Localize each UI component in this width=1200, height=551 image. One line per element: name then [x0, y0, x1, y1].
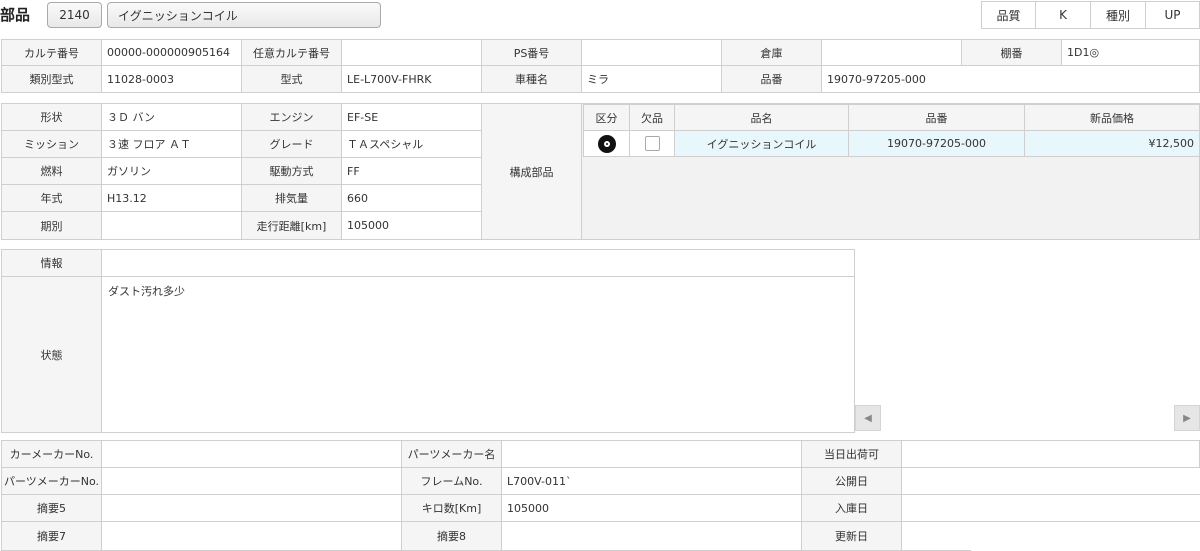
car-maker-no-label: カーメーカーNo.	[1, 440, 102, 468]
grade-label: グレード	[241, 130, 342, 158]
summary7-label: 摘要7	[1, 521, 102, 551]
shape-label: 形状	[1, 103, 102, 131]
category-model-label: 類別型式	[1, 65, 102, 93]
col-header-price: 新品価格	[1024, 104, 1200, 131]
mission-value: ３速 フロア ＡＴ	[101, 130, 242, 158]
km-label: キロ数[Km]	[401, 494, 502, 522]
stock-date-value	[901, 494, 971, 522]
quality-label: 品質	[981, 1, 1036, 29]
warehouse-value	[821, 39, 962, 66]
year-value: H13.12	[101, 184, 242, 212]
quality-value: K	[1035, 1, 1091, 29]
col-header-number: 品番	[848, 104, 1025, 131]
summary5-value	[101, 494, 402, 522]
page-title: 部品	[0, 6, 31, 24]
ps-number-value	[581, 39, 722, 66]
period-label: 期別	[1, 211, 102, 240]
car-name-label: 車種名	[481, 65, 582, 93]
summary8-value	[501, 521, 802, 551]
condition-label: 状態	[1, 276, 102, 433]
km-value: 105000	[501, 494, 802, 522]
summary7-value	[101, 521, 402, 551]
parts-maker-no-label: パーツメーカーNo.	[1, 467, 102, 495]
parts-maker-name-value	[501, 440, 802, 468]
part-number-value: 19070-97205-000	[821, 65, 1200, 93]
mileage-value: 105000	[341, 211, 482, 240]
grade-value: ＴＡスペシャル	[341, 130, 482, 158]
part-code-badge: 2140	[47, 2, 102, 28]
optional-karte-label: 任意カルテ番号	[241, 39, 342, 66]
model-label: 型式	[241, 65, 342, 93]
displacement-value: 660	[341, 184, 482, 212]
parts-maker-name-label: パーツメーカー名	[401, 440, 502, 468]
karte-number-label: カルテ番号	[1, 39, 102, 66]
table-row-name[interactable]: イグニッションコイル	[674, 130, 849, 157]
table-row-category	[583, 130, 630, 157]
part-number-label: 品番	[721, 65, 822, 93]
fuel-label: 燃料	[1, 157, 102, 185]
displacement-label: 排気量	[241, 184, 342, 212]
divider	[970, 521, 1200, 522]
model-value: LE-L700V-FHRK	[341, 65, 482, 93]
scroll-left-button[interactable]: ◀	[855, 405, 881, 431]
stock-date-label: 入庫日	[801, 494, 902, 522]
fuel-value: ガソリン	[101, 157, 242, 185]
shelf-number-label: 棚番	[961, 39, 1062, 66]
table-row-missing	[629, 130, 675, 157]
components-label: 構成部品	[481, 103, 582, 240]
shape-value: ３Ｄ バン	[101, 103, 242, 131]
part-name-field: イグニッションコイル	[107, 2, 381, 28]
warehouse-label: 倉庫	[721, 39, 822, 66]
shelf-number-value: 1D1◎	[1061, 39, 1200, 66]
engine-value: EF-SE	[341, 103, 482, 131]
type-label: 種別	[1090, 1, 1146, 29]
ps-number-label: PS番号	[481, 39, 582, 66]
col-header-missing: 欠品	[629, 104, 675, 131]
divider	[970, 494, 1200, 495]
engine-label: エンジン	[241, 103, 342, 131]
summary8-label: 摘要8	[401, 521, 502, 551]
condition-value: ダスト汚れ多少	[108, 285, 185, 298]
disc-icon	[597, 134, 616, 153]
frame-number-label: フレームNo.	[401, 467, 502, 495]
table-row-price[interactable]: ¥12,500	[1024, 130, 1200, 157]
frame-number-value: L700V-011`	[501, 467, 802, 495]
optional-karte-value	[341, 39, 482, 66]
parts-maker-no-value	[101, 467, 402, 495]
table-row-number[interactable]: 19070-97205-000	[848, 130, 1025, 157]
condition-text-area: ダスト汚れ多少	[101, 276, 855, 433]
drive-label: 駆動方式	[241, 157, 342, 185]
mileage-label: 走行距離[km]	[241, 211, 342, 240]
year-label: 年式	[1, 184, 102, 212]
missing-checkbox[interactable]	[644, 136, 660, 151]
summary5-label: 摘要5	[1, 494, 102, 522]
car-maker-no-value	[101, 440, 402, 468]
mission-label: ミッション	[1, 130, 102, 158]
same-day-value	[901, 440, 1200, 468]
update-date-value	[901, 521, 971, 551]
type-value: UP	[1145, 1, 1200, 29]
category-model-value: 11028-0003	[101, 65, 242, 93]
scroll-right-button[interactable]: ▶	[1174, 405, 1200, 431]
public-date-value	[901, 467, 971, 495]
info-label: 情報	[1, 249, 102, 277]
info-value	[101, 249, 855, 277]
drive-value: FF	[341, 157, 482, 185]
karte-number-value: 00000-000000905164	[101, 39, 242, 66]
same-day-label: 当日出荷可	[801, 440, 902, 468]
car-name-value: ミラ	[581, 65, 722, 93]
col-header-name: 品名	[674, 104, 849, 131]
public-date-label: 公開日	[801, 467, 902, 495]
col-header-category: 区分	[583, 104, 630, 131]
period-value	[101, 211, 242, 240]
update-date-label: 更新日	[801, 521, 902, 551]
